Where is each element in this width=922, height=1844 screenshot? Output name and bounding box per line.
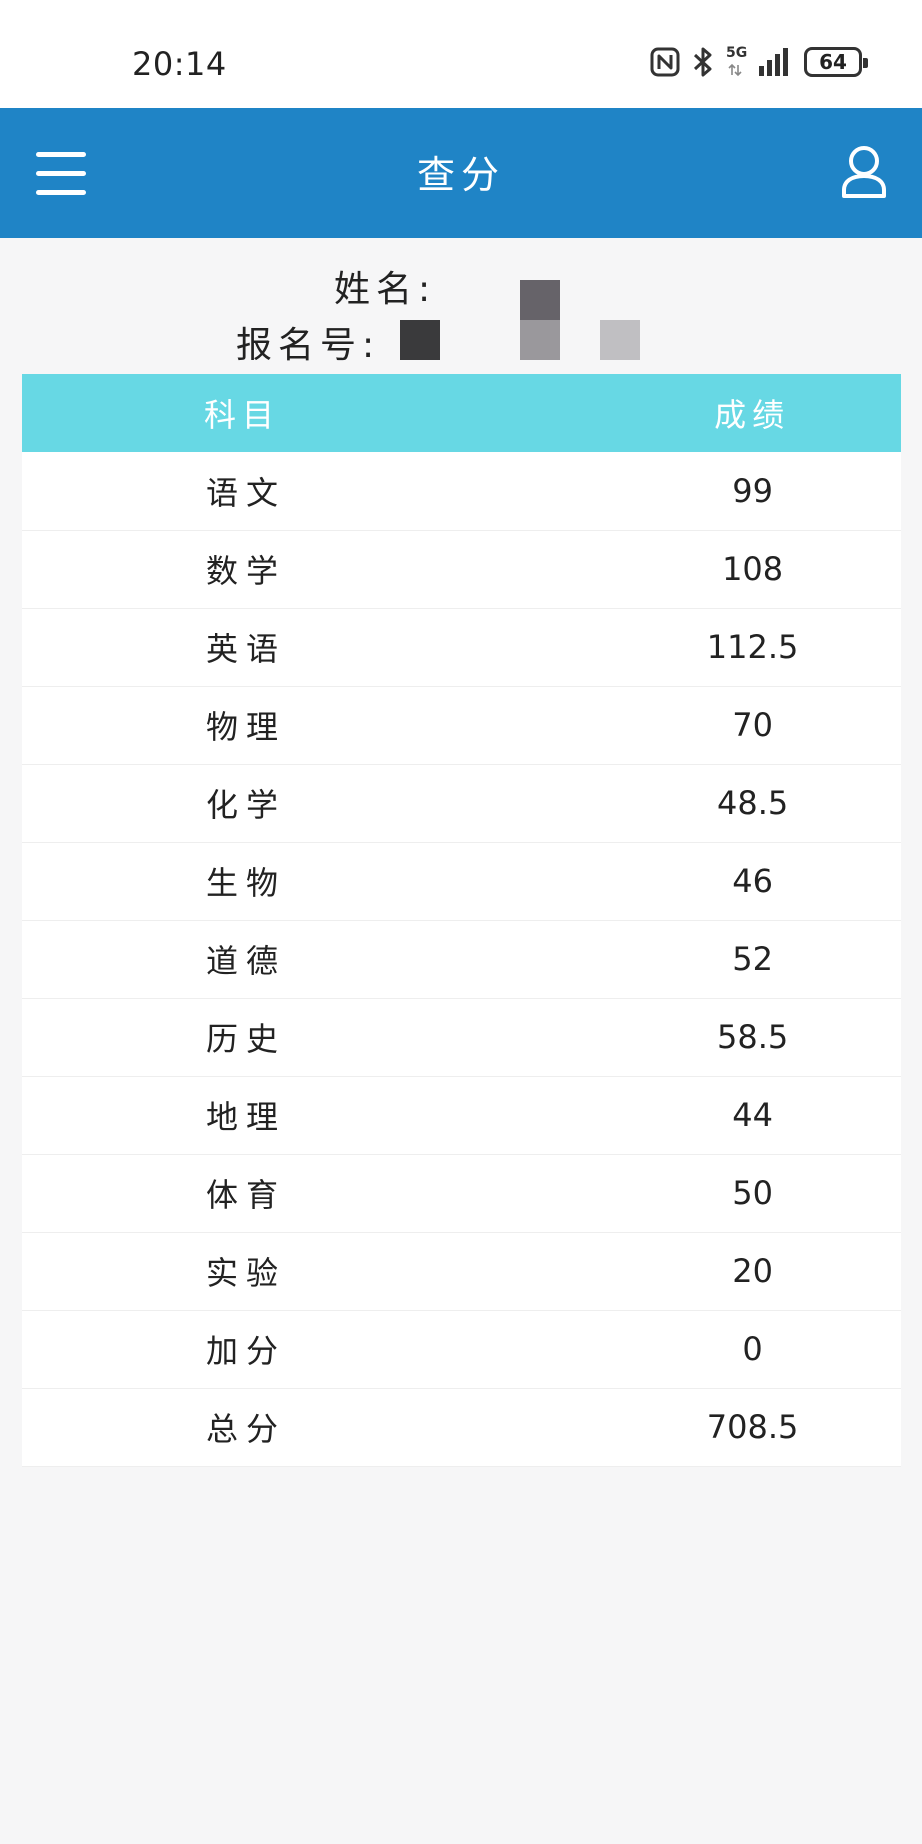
mosaic-block bbox=[600, 320, 640, 360]
regno-label: 报名号: bbox=[236, 325, 381, 366]
score-cell: 48.5 bbox=[716, 784, 789, 822]
table-row: 物理 70 bbox=[22, 686, 901, 764]
status-icons: 5G 64 bbox=[650, 42, 868, 82]
score-cell: 50 bbox=[732, 1174, 773, 1212]
subject-cell: 历史 bbox=[206, 1020, 287, 1058]
table-row: 生物 46 bbox=[22, 842, 901, 920]
signal-icon bbox=[759, 48, 788, 76]
table-row: 数学 108 bbox=[22, 530, 901, 608]
table-row: 体育 50 bbox=[22, 1154, 901, 1232]
subject-cell: 数学 bbox=[206, 552, 287, 590]
network-type: 5G bbox=[726, 45, 748, 61]
data-arrows-icon bbox=[728, 63, 742, 77]
network-indicator: 5G bbox=[726, 45, 748, 79]
status-bar: 20:14 5G 64 bbox=[0, 0, 922, 108]
score-cell: 708.5 bbox=[706, 1408, 799, 1446]
score-cell: 112.5 bbox=[706, 628, 799, 666]
battery-level: 64 bbox=[819, 50, 847, 74]
table-row: 实验 20 bbox=[22, 1232, 901, 1310]
subject-cell: 道德 bbox=[206, 942, 287, 980]
table-row-total: 总分 708.5 bbox=[22, 1388, 901, 1466]
subject-cell: 加分 bbox=[206, 1332, 287, 1370]
name-label: 姓名: bbox=[334, 269, 437, 310]
subject-cell: 语文 bbox=[206, 473, 287, 512]
user-icon bbox=[842, 146, 886, 198]
score-cell: 46 bbox=[732, 862, 773, 900]
table-header: 科目 成绩 bbox=[22, 374, 901, 452]
table-row: 英语 112.5 bbox=[22, 608, 901, 686]
score-cell: 99 bbox=[732, 471, 773, 510]
score-cell: 44 bbox=[732, 1096, 773, 1134]
table-row: 道德 52 bbox=[22, 920, 901, 998]
subject-cell: 实验 bbox=[206, 1254, 287, 1292]
score-table: 科目 成绩 语文 99 数学 108 英语 112.5 物理 70 化学 48.… bbox=[22, 374, 901, 1467]
subject-cell: 总分 bbox=[206, 1410, 287, 1448]
bluetooth-icon bbox=[693, 47, 712, 77]
table-row: 地理 44 bbox=[22, 1076, 901, 1154]
column-header-score: 成绩 bbox=[714, 396, 791, 434]
status-time: 20:14 bbox=[132, 45, 227, 83]
subject-cell: 化学 bbox=[206, 786, 287, 824]
score-cell: 0 bbox=[742, 1330, 763, 1368]
user-button[interactable] bbox=[840, 144, 888, 200]
score-cell: 58.5 bbox=[716, 1018, 789, 1056]
mosaic-block bbox=[520, 320, 560, 360]
mosaic-block bbox=[520, 280, 560, 320]
subject-cell: 生物 bbox=[206, 864, 287, 902]
subject-cell: 英语 bbox=[206, 630, 287, 668]
table-row: 历史 58.5 bbox=[22, 998, 901, 1076]
column-header-subject: 科目 bbox=[204, 396, 281, 434]
page-title: 查分 bbox=[416, 153, 505, 197]
battery-icon: 64 bbox=[804, 47, 868, 77]
score-cell: 70 bbox=[732, 706, 773, 744]
table-row: 化学 48.5 bbox=[22, 764, 901, 842]
score-cell: 20 bbox=[732, 1252, 773, 1290]
score-cell: 108 bbox=[722, 550, 784, 588]
subject-cell: 地理 bbox=[206, 1098, 287, 1136]
nfc-icon bbox=[650, 47, 680, 77]
table-row: 语文 99 bbox=[22, 452, 901, 530]
subject-cell: 物理 bbox=[206, 708, 287, 746]
battery-cap bbox=[863, 58, 868, 68]
mosaic-block bbox=[400, 320, 440, 360]
subject-cell: 体育 bbox=[206, 1176, 287, 1214]
table-row: 加分 0 bbox=[22, 1310, 901, 1388]
app-header: 查分 bbox=[0, 108, 922, 238]
score-cell: 52 bbox=[732, 940, 773, 978]
